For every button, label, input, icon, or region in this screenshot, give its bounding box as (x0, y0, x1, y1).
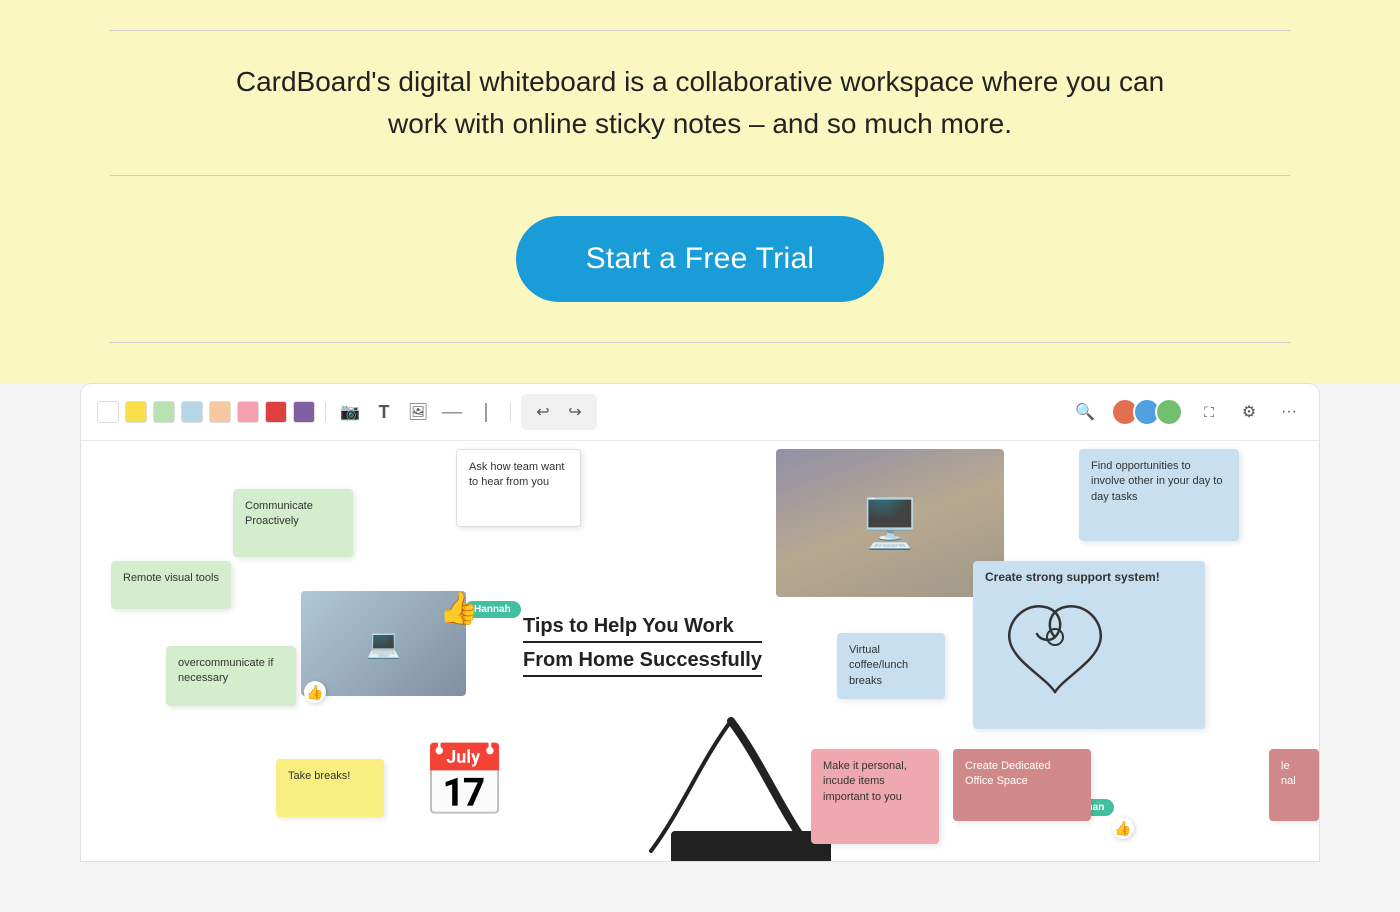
camera-icon[interactable]: 📷 (336, 398, 364, 426)
monitor-photo: 🖥️ (776, 449, 1004, 597)
thumbs-up-icon: 👍 (439, 589, 479, 627)
settings-icon[interactable]: ⚙ (1235, 398, 1263, 426)
note-partial-right[interactable]: lenal (1269, 749, 1319, 821)
toolbar: 📷 T 🖼 — | ↩ ↪ 🔍 ⛶ ⚙ ··· (81, 384, 1319, 441)
whiteboard-section: 📷 T 🖼 — | ↩ ↪ 🔍 ⛶ ⚙ ··· Remot (80, 383, 1320, 862)
more-icon[interactable]: ··· (1275, 398, 1303, 426)
tips-heading-line1: Tips to Help You Work (523, 613, 762, 643)
note-find-opps[interactable]: Find opportunities to involve other in y… (1079, 449, 1239, 541)
redo-button[interactable]: ↪ (561, 398, 589, 426)
note-remote[interactable]: Remote visual tools (111, 561, 231, 609)
color-swatch-purple[interactable] (293, 401, 315, 423)
color-swatch-pink[interactable] (237, 401, 259, 423)
note-create-support[interactable]: Create strong support system! (973, 561, 1205, 729)
color-swatch-peach[interactable] (209, 401, 231, 423)
divider-icon[interactable]: | (472, 398, 500, 426)
tips-heading: Tips to Help You Work From Home Successf… (523, 613, 762, 677)
note-overcommunicate[interactable]: overcommunicate if necessary (166, 646, 296, 706)
toolbar-left: 📷 T 🖼 — | ↩ ↪ (97, 394, 597, 430)
toolbar-separator-1 (325, 402, 326, 422)
hero-divider-top (110, 30, 1290, 31)
fullscreen-icon[interactable]: ⛶ (1195, 398, 1223, 426)
toolbar-separator-2 (510, 402, 511, 422)
avatar-user-3 (1155, 398, 1183, 426)
undo-redo-group: ↩ ↪ (521, 394, 597, 430)
color-swatch-green[interactable] (153, 401, 175, 423)
hero-divider-bottom (110, 342, 1290, 343)
tips-heading-line2: From Home Successfully (523, 647, 762, 677)
arm-drawing (985, 592, 1125, 702)
note-make-personal[interactable]: Make it personal, incude items important… (811, 749, 939, 844)
color-swatch-yellow[interactable] (125, 401, 147, 423)
note-take-breaks[interactable]: Take breaks! (276, 759, 384, 817)
note-virtual-coffee[interactable]: Virtual coffee/lunch breaks (837, 633, 945, 699)
image-icon[interactable]: 🖼 (404, 398, 432, 426)
color-swatch-blue-light[interactable] (181, 401, 203, 423)
black-bar (671, 831, 831, 861)
calendar-icon: 📅 (421, 741, 508, 823)
line-icon[interactable]: — (438, 398, 466, 426)
note-ask-how[interactable]: Ask how team want to hear from you (456, 449, 581, 527)
hero-divider-mid (110, 175, 1290, 176)
toolbar-right: 🔍 ⛶ ⚙ ··· (1071, 398, 1303, 426)
undo-button[interactable]: ↩ (529, 398, 557, 426)
like-icon-iman[interactable]: 👍 (1112, 817, 1134, 839)
color-swatch-white[interactable] (97, 401, 119, 423)
like-icon-laptop[interactable]: 👍 (304, 681, 326, 703)
support-title: Create strong support system! (985, 569, 1193, 586)
hero-description: CardBoard's digital whiteboard is a coll… (225, 61, 1175, 145)
canvas-area: Remote visual tools Communicate Proactiv… (81, 441, 1319, 861)
cta-button[interactable]: Start a Free Trial (516, 216, 885, 302)
text-icon[interactable]: T (370, 398, 398, 426)
avatar-group (1111, 398, 1183, 426)
note-communicate[interactable]: Communicate Proactively (233, 489, 353, 557)
search-icon[interactable]: 🔍 (1071, 398, 1099, 426)
hero-section: CardBoard's digital whiteboard is a coll… (0, 0, 1400, 383)
color-swatch-red[interactable] (265, 401, 287, 423)
note-create-office[interactable]: Create Dedicated Office Space (953, 749, 1091, 821)
